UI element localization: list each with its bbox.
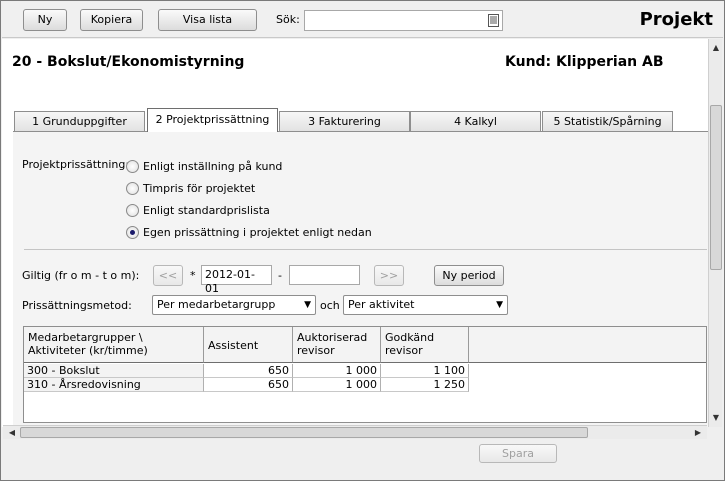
search-input[interactable]: [304, 10, 503, 31]
grid-column-header[interactable]: Auktoriserad revisor: [293, 327, 381, 363]
tab-kalkyl[interactable]: 4 Kalkyl: [410, 111, 541, 131]
grid-cell[interactable]: 1 100: [381, 364, 469, 378]
customer-name: Kund: Klipperian AB: [505, 54, 664, 70]
tab-projektprissattning[interactable]: 2 Projektprissättning: [147, 108, 278, 132]
grid-column-header[interactable]: Godkänd revisor: [381, 327, 469, 363]
pricing-method-label: Prissättningsmetod:: [22, 299, 132, 312]
toolbar: Ny Kopiera Visa lista Sök: Projekt: [2, 2, 723, 38]
select-value: Per aktivitet: [348, 298, 415, 311]
grid-corner-header: Medarbetargrupper \ Aktiviteter (kr/timm…: [24, 327, 204, 363]
next-period-button[interactable]: >>: [374, 265, 404, 286]
tab-grunduppgifter[interactable]: 1 Grunduppgifter: [14, 111, 145, 131]
pricing-label: Projektprissättning:: [22, 158, 130, 171]
date-range-dash: -: [278, 269, 282, 282]
footer: Spara: [2, 439, 723, 479]
horizontal-scroll-thumb[interactable]: [20, 427, 588, 438]
grid-cell[interactable]: 1 250: [381, 378, 469, 392]
vertical-scroll-thumb[interactable]: [710, 105, 722, 270]
grid-cell[interactable]: 650: [204, 378, 293, 392]
grid-cell[interactable]: 1 000: [293, 378, 381, 392]
vertical-scrollbar[interactable]: ▲ ▼: [708, 39, 722, 427]
radio-icon[interactable]: [126, 204, 139, 217]
price-grid[interactable]: Medarbetargrupper \ Aktiviteter (kr/timm…: [23, 326, 707, 423]
scroll-left-icon[interactable]: ◀: [5, 426, 19, 440]
grid-header-filler: [469, 327, 706, 363]
scroll-right-icon[interactable]: ▶: [691, 426, 705, 440]
radio-option-label: Enligt inställning på kund: [143, 160, 283, 173]
grid-row-header: 300 - Bokslut: [24, 364, 204, 378]
new-button[interactable]: Ny: [23, 9, 67, 31]
horizontal-scrollbar[interactable]: ◀ ▶: [3, 425, 707, 439]
required-marker: *: [190, 269, 196, 282]
chevron-down-icon: ▼: [496, 300, 503, 310]
select-value: Per medarbetargrupp: [157, 298, 276, 311]
scroll-up-icon[interactable]: ▲: [709, 41, 723, 55]
radio-icon[interactable]: [126, 160, 139, 173]
copy-button[interactable]: Kopiera: [80, 9, 143, 31]
radio-icon[interactable]: [126, 182, 139, 195]
grid-cell[interactable]: 650: [204, 364, 293, 378]
list-icon[interactable]: [488, 14, 499, 27]
grid-cell[interactable]: 1 000: [293, 364, 381, 378]
chevron-down-icon: ▼: [304, 300, 311, 310]
radio-option-label: Timpris för projektet: [143, 182, 256, 195]
divider: [24, 249, 707, 250]
conjunction-label: och: [320, 299, 340, 312]
validity-label: Giltig (fr o m - t o m):: [22, 269, 140, 282]
valid-from-input[interactable]: 2012-01-01: [201, 265, 272, 295]
radio-icon-selected[interactable]: [126, 226, 139, 239]
show-list-button[interactable]: Visa lista: [158, 9, 257, 31]
app-title: Projekt: [639, 9, 713, 30]
grid-column-header[interactable]: Assistent: [204, 327, 293, 363]
valid-to-input[interactable]: [289, 265, 360, 285]
radio-option-label: Enligt standardprislista: [143, 204, 270, 217]
project-title: 20 - Bokslut/Ekonomistyrning: [12, 54, 245, 70]
previous-period-button[interactable]: <<: [153, 265, 183, 286]
search-label: Sök:: [276, 13, 300, 26]
tab-fakturering[interactable]: 3 Fakturering: [279, 111, 410, 131]
scroll-down-icon[interactable]: ▼: [709, 411, 723, 425]
radio-option-label: Egen prissättning i projektet enligt ned…: [143, 226, 372, 239]
save-button[interactable]: Spara: [479, 444, 557, 463]
pricing-method-primary-select[interactable]: Per medarbetargrupp ▼: [152, 295, 316, 315]
tab-statistik-sparning[interactable]: 5 Statistik/Spårning: [542, 111, 673, 131]
pricing-method-secondary-select[interactable]: Per aktivitet ▼: [343, 295, 508, 315]
grid-row-header: 310 - Årsredovisning: [24, 378, 204, 392]
new-period-button[interactable]: Ny period: [434, 265, 504, 286]
project-window: Ny Kopiera Visa lista Sök: Projekt 20 - …: [0, 0, 725, 481]
